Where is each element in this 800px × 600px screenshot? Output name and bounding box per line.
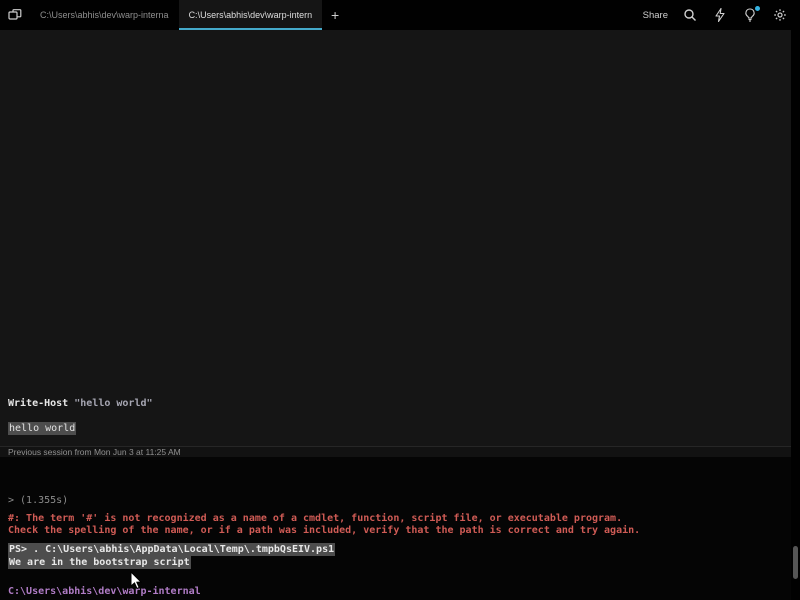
tab-warp-internal-1[interactable]: C:\Users\abhis\dev\warp-interna <box>30 0 179 30</box>
new-tab-button[interactable]: + <box>322 0 348 30</box>
bulb-icon[interactable] <box>742 7 758 23</box>
command-duration: > (1.355s) <box>8 494 68 507</box>
tab-label: C:\Users\abhis\dev\warp-interna <box>40 10 169 20</box>
command-string-arg: "hello world" <box>68 398 152 409</box>
command-keyword: Write-Host <box>8 398 68 409</box>
header-actions: Share <box>643 0 800 30</box>
lightning-icon[interactable] <box>712 7 728 23</box>
tab-warp-internal-2-active[interactable]: C:\Users\abhis\dev\warp-intern <box>179 0 323 30</box>
scrollbar-thumb[interactable] <box>793 546 798 579</box>
prompt-path: C:\Users\abhis\dev\warp-internal <box>8 585 201 598</box>
previous-session-block: Write-Host "hello world" hello world <box>0 30 791 446</box>
notification-dot <box>755 6 760 11</box>
gear-icon[interactable] <box>772 7 788 23</box>
scrollbar-track[interactable] <box>791 30 800 600</box>
search-icon[interactable] <box>682 7 698 23</box>
bootstrap-command-selected[interactable]: PS> . C:\Users\abhis\AppData\Local\Temp\… <box>8 543 335 556</box>
previous-output-selected[interactable]: hello world <box>8 422 76 435</box>
session-divider-label: Previous session from Mon Jun 3 at 11:25… <box>0 447 181 457</box>
previous-command: Write-Host "hello world" <box>8 397 153 410</box>
open-book-icon[interactable] <box>0 0 30 30</box>
terminal-content: Write-Host "hello world" hello world Pre… <box>0 30 800 600</box>
bootstrap-output-selected[interactable]: We are in the bootstrap script <box>8 556 191 569</box>
current-session-block: > (1.355s) #: The term '#' is not recogn… <box>0 457 791 600</box>
tab-bar: C:\Users\abhis\dev\warp-interna C:\Users… <box>0 0 800 30</box>
error-line: Check the spelling of the name, or if a … <box>8 524 640 537</box>
tab-label: C:\Users\abhis\dev\warp-intern <box>189 10 313 20</box>
session-divider: Previous session from Mon Jun 3 at 11:25… <box>0 446 791 457</box>
share-button[interactable]: Share <box>643 10 668 21</box>
